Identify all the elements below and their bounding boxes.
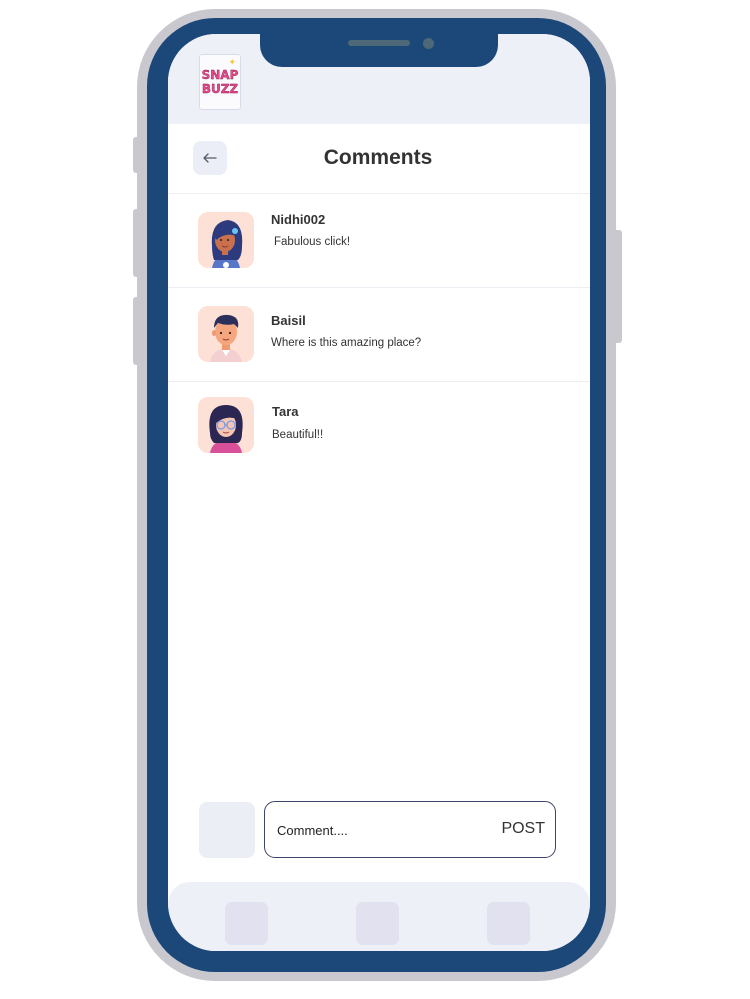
top-bar: ✦ SNAP BUZZ (168, 34, 590, 124)
divider (168, 193, 590, 194)
phone-mute-switch (133, 137, 141, 173)
nav-button-home[interactable] (225, 902, 268, 945)
camera (423, 38, 434, 49)
boy-avatar (198, 306, 254, 362)
comment-text: Fabulous click! (274, 236, 351, 248)
girl-avatar-blue-hair (198, 212, 254, 268)
page-title: Comments (323, 146, 433, 169)
notch (260, 34, 498, 67)
girl-avatar-glasses (198, 397, 254, 453)
bottom-nav (168, 882, 590, 951)
divider (168, 381, 590, 382)
comment-username[interactable]: Tara (272, 404, 299, 419)
back-button[interactable] (193, 141, 227, 175)
logo-word-1: SNAP (201, 68, 239, 82)
app-logo[interactable]: ✦ SNAP BUZZ (199, 54, 241, 110)
comment-text: Beautiful!! (272, 429, 324, 441)
arrow-left-icon (203, 153, 217, 163)
comment-composer: POST (264, 801, 556, 858)
comment-username[interactable]: Nidhi002 (271, 212, 325, 227)
post-button[interactable]: POST (501, 816, 545, 842)
nav-button-profile[interactable] (487, 902, 530, 945)
nav-button-center[interactable] (356, 902, 399, 945)
current-user-avatar (199, 802, 255, 858)
comment-text: Where is this amazing place? (271, 337, 422, 349)
avatar[interactable] (198, 306, 254, 362)
comment-username[interactable]: Baisil (271, 313, 306, 328)
comment-input[interactable] (275, 810, 489, 850)
divider (168, 287, 590, 288)
logo-word-2: BUZZ (201, 82, 239, 96)
avatar[interactable] (198, 212, 254, 268)
sparkle-icon: ✦ (228, 58, 236, 68)
phone-volume-up (133, 209, 141, 277)
screen: ✦ SNAP BUZZ Comments Nidhi002 Fabulous c… (168, 34, 590, 951)
phone-volume-down (133, 297, 141, 365)
speaker (348, 40, 410, 46)
avatar[interactable] (198, 397, 254, 453)
phone-power-button (612, 230, 622, 343)
